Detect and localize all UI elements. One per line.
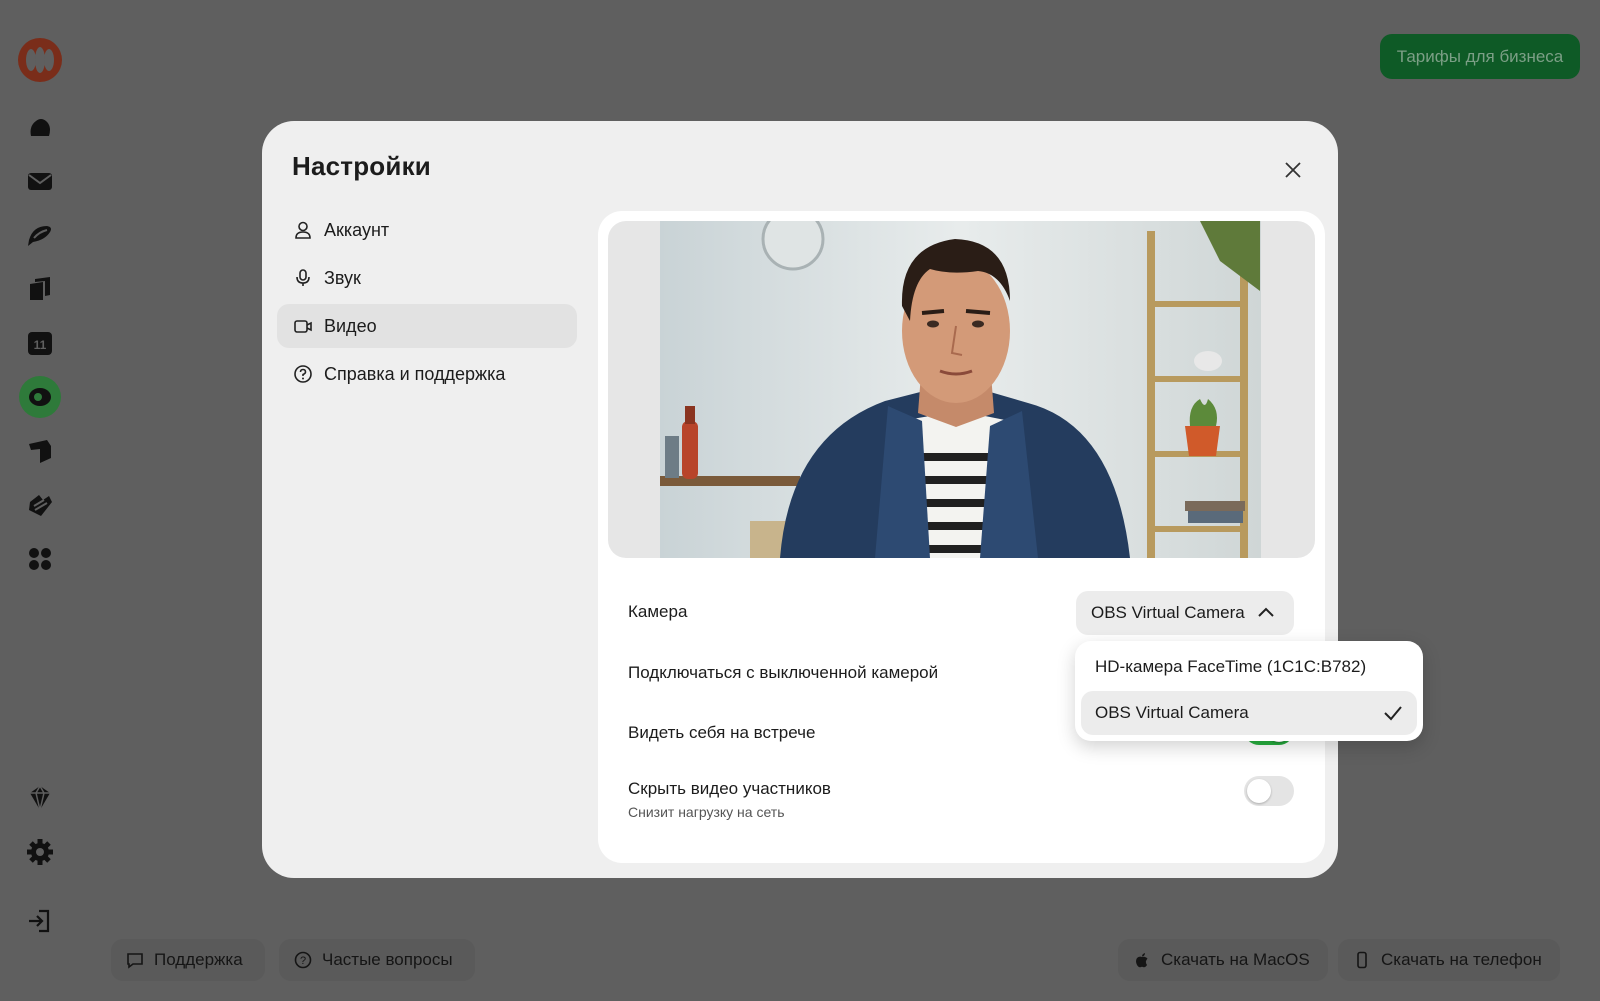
camera-option-facetime[interactable]: HD-камера FaceTime (1C1C:B782)	[1081, 645, 1417, 689]
notes-icon[interactable]	[19, 430, 61, 472]
chat-icon	[127, 953, 143, 969]
video-settings-panel: Камера OBS Virtual Camera Подключаться с…	[598, 211, 1325, 863]
settings-modal: Настройки Аккаунт Звук Видео Справка и п…	[262, 121, 1338, 878]
mail-icon[interactable]	[19, 160, 61, 202]
camera-preview	[608, 221, 1315, 558]
video-camera-icon	[294, 320, 312, 333]
calendar-icon[interactable]: 11	[19, 322, 61, 364]
camera-preview-image	[660, 221, 1261, 558]
apps-icon[interactable]	[19, 538, 61, 580]
premium-icon[interactable]	[19, 777, 61, 819]
nav-label-video: Видео	[324, 315, 377, 336]
settings-icon[interactable]	[19, 831, 61, 873]
camera-label: Камера	[628, 602, 688, 621]
forms-icon[interactable]	[19, 484, 61, 526]
modal-title: Настройки	[292, 151, 431, 181]
chevron-up-icon	[1257, 607, 1274, 617]
cloud-icon[interactable]	[19, 106, 61, 148]
apple-icon	[1136, 953, 1148, 968]
camera-option-label: HD-камера FaceTime (1C1C:B782)	[1095, 657, 1367, 676]
phone-icon	[1357, 951, 1367, 969]
faq-label: Частые вопросы	[322, 950, 453, 969]
download-phone-label: Скачать на телефон	[1381, 950, 1542, 969]
hide-video-label: Скрыть видео участников	[628, 779, 831, 798]
microphone-icon	[296, 269, 310, 286]
settings-nav: Аккаунт Звук Видео Справка и поддержка	[277, 208, 577, 400]
user-icon	[295, 221, 311, 239]
telemost-icon[interactable]	[19, 376, 61, 418]
telemost-logo-icon[interactable]	[17, 37, 63, 83]
hide-video-toggle[interactable]	[1244, 776, 1294, 806]
checkmark-icon	[1384, 706, 1402, 721]
business-plans-button[interactable]: Тарифы для бизнеса	[1380, 34, 1580, 79]
nav-label-help: Справка и поддержка	[324, 363, 506, 384]
question-icon: ?	[294, 951, 312, 969]
support-button[interactable]: Поддержка	[111, 939, 265, 981]
svg-text:?: ?	[300, 955, 306, 967]
camera-option-obs[interactable]: OBS Virtual Camera	[1081, 691, 1417, 735]
self-view-label: Видеть себя на встрече	[628, 723, 816, 742]
nav-label-account: Аккаунт	[324, 219, 390, 240]
download-phone-button[interactable]: Скачать на телефон	[1338, 939, 1560, 981]
faq-button[interactable]: ? Частые вопросы	[279, 939, 475, 981]
download-macos-button[interactable]: Скачать на MacOS	[1118, 939, 1328, 981]
close-button[interactable]	[1278, 155, 1308, 185]
messenger-icon[interactable]	[19, 214, 61, 256]
download-macos-label: Скачать на MacOS	[1161, 950, 1310, 969]
camera-select[interactable]: OBS Virtual Camera	[1076, 591, 1294, 635]
nav-item-help[interactable]: Справка и поддержка	[277, 352, 577, 396]
close-icon	[1285, 162, 1301, 178]
support-label: Поддержка	[154, 950, 243, 969]
help-icon	[294, 365, 312, 383]
nav-label-sound: Звук	[324, 267, 361, 288]
nav-item-account[interactable]: Аккаунт	[277, 208, 577, 252]
toggle-knob	[1247, 779, 1271, 803]
hide-video-sublabel: Снизит нагрузку на сеть	[628, 804, 785, 820]
calendar-day: 11	[34, 338, 47, 352]
left-rail: 11	[0, 0, 80, 1001]
nav-item-video[interactable]: Видео	[277, 304, 577, 348]
camera-dropdown: HD-камера FaceTime (1C1C:B782) OBS Virtu…	[1075, 641, 1423, 741]
join-camera-off-label: Подключаться с выключенной камерой	[628, 663, 939, 682]
camera-select-value: OBS Virtual Camera	[1091, 603, 1245, 622]
logout-icon[interactable]	[19, 900, 61, 942]
camera-option-label: OBS Virtual Camera	[1095, 703, 1249, 722]
documents-icon[interactable]	[19, 268, 61, 310]
nav-item-sound[interactable]: Звук	[277, 256, 577, 300]
